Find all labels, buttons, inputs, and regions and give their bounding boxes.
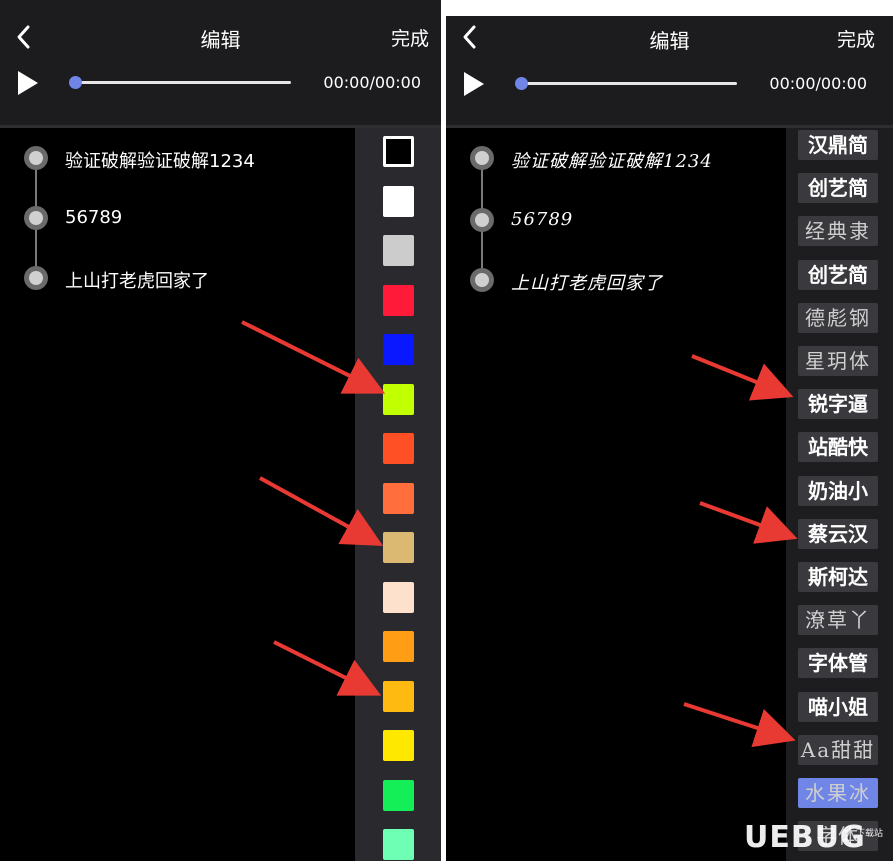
font-option[interactable]: 斯柯达 <box>798 562 878 592</box>
font-option[interactable]: 创艺简 <box>798 173 878 204</box>
progress-knob[interactable] <box>515 77 528 90</box>
font-option[interactable]: 字体管 <box>798 648 878 679</box>
font-option[interactable]: 蔡云汉 <box>798 518 878 549</box>
color-swatch[interactable] <box>383 779 414 811</box>
progress-track[interactable] <box>522 82 737 85</box>
timeline-dot[interactable] <box>470 268 494 292</box>
color-swatch[interactable] <box>383 383 414 415</box>
page-title: 编辑 <box>200 28 241 52</box>
subtitle-line[interactable]: 验证破解验证破解1234 <box>511 147 713 173</box>
font-option[interactable]: 水果冰 <box>798 778 878 808</box>
font-option[interactable]: 创艺简 <box>798 259 878 290</box>
color-swatch[interactable] <box>383 433 414 464</box>
color-swatch[interactable] <box>383 235 414 266</box>
editor-panel-fonts: 编辑 完成 00:00/00:00 验证破解验证破解1234 56789 上山打… <box>446 16 893 861</box>
font-option[interactable]: 潦草丫 <box>798 605 878 636</box>
timeline-dot[interactable] <box>24 266 48 290</box>
progress-track[interactable] <box>76 81 291 84</box>
color-picker-sidebar <box>355 128 441 861</box>
watermark-sub: 下载站 <box>856 829 884 839</box>
done-button[interactable]: 完成 <box>391 24 429 51</box>
subtitle-line[interactable]: 56789 <box>65 207 122 228</box>
time-readout: 00:00/00:00 <box>769 74 867 93</box>
progress-knob[interactable] <box>69 76 82 89</box>
subtitle-line[interactable]: 上山打老虎回家了 <box>65 267 209 293</box>
play-icon[interactable] <box>462 71 486 97</box>
color-swatch[interactable] <box>383 334 414 365</box>
font-option[interactable]: 奶油小 <box>798 475 878 506</box>
timeline-dot[interactable] <box>24 206 48 230</box>
color-swatch[interactable] <box>383 829 414 860</box>
color-swatch[interactable] <box>383 284 414 316</box>
subtitle-line[interactable]: 验证破解验证破解1234 <box>65 147 255 173</box>
timeline-dot[interactable] <box>470 208 494 232</box>
watermark-logo: UEBUG 下载站 <box>744 820 883 860</box>
page-title: 编辑 <box>649 29 690 53</box>
font-picker-sidebar: 汉鼎简 创艺简 经典隶 创艺简 德彪钢 星玥体 锐字逼 站酷快 奶油小 蔡云汉 斯柯达 潦草丫 字体管喵… <box>786 128 893 861</box>
editor-header: 编辑 完成 00:00/00:00 <box>0 0 441 125</box>
time-readout: 00:00/00:00 <box>323 73 421 92</box>
done-button[interactable]: 完成 <box>837 25 875 52</box>
font-option[interactable]: 锐字逼 <box>798 389 878 420</box>
font-option[interactable]: 汉鼎简 <box>798 130 878 160</box>
font-option[interactable]: 星玥体 <box>798 346 878 376</box>
subtitle-line[interactable]: 56789 <box>511 209 573 230</box>
color-swatch[interactable] <box>383 532 414 563</box>
color-swatch[interactable] <box>383 680 414 712</box>
font-option[interactable]: 德彪钢 <box>798 302 878 333</box>
color-swatch[interactable] <box>383 581 414 613</box>
color-swatch[interactable] <box>383 136 414 167</box>
color-swatch[interactable] <box>383 730 414 761</box>
timeline-dot[interactable] <box>470 146 494 170</box>
watermark-text: UEBUG <box>744 820 866 855</box>
top-strip <box>446 0 893 16</box>
color-swatch[interactable] <box>383 631 414 662</box>
font-option[interactable]: 喵小姐 <box>798 691 878 722</box>
play-icon[interactable] <box>16 70 40 96</box>
color-swatch[interactable] <box>383 482 414 514</box>
color-swatch[interactable] <box>383 185 414 217</box>
font-option[interactable]: 经典隶 <box>798 216 878 247</box>
font-option[interactable]: 站酷快 <box>798 432 878 463</box>
timeline-dot[interactable] <box>24 146 48 170</box>
font-option[interactable]: Aa甜甜 <box>798 734 878 765</box>
editor-header: 编辑 完成 00:00/00:00 <box>446 16 893 125</box>
subtitle-line[interactable]: 上山打老虎回家了 <box>511 269 663 295</box>
editor-panel-colors: 编辑 完成 00:00/00:00 验证破解验证破解1234 56789 上山打… <box>0 0 441 861</box>
